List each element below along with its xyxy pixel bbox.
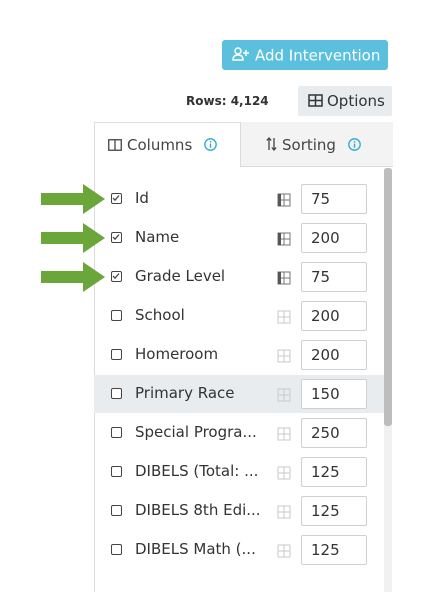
green-arrow-icon xyxy=(41,183,105,215)
resize-handle-icon[interactable] xyxy=(277,426,291,441)
column-label: Grade Level xyxy=(135,267,226,285)
checkbox[interactable] xyxy=(111,427,122,438)
tab-columns[interactable]: Columns xyxy=(108,136,217,155)
checkbox[interactable] xyxy=(111,505,122,516)
column-label: DIBELS (Total: ... xyxy=(135,462,259,480)
column-row[interactable]: DIBELS Math (... 125 xyxy=(94,531,384,569)
check-icon xyxy=(112,234,120,241)
column-label: DIBELS 8th Edi... xyxy=(135,501,261,519)
column-width-input[interactable]: 250 xyxy=(301,418,367,448)
column-row[interactable]: DIBELS 8th Edi... 125 xyxy=(94,492,384,530)
column-width-input[interactable]: 125 xyxy=(301,535,367,565)
column-label: School xyxy=(135,306,185,324)
check-icon xyxy=(112,195,120,202)
checkbox[interactable] xyxy=(111,466,122,477)
column-width-input[interactable]: 125 xyxy=(301,496,367,526)
column-row[interactable]: Name 200 xyxy=(94,219,384,257)
scrollbar-thumb[interactable] xyxy=(384,168,392,426)
resize-handle-icon[interactable] xyxy=(277,192,291,207)
column-row[interactable]: School 200 xyxy=(94,297,384,335)
checkbox[interactable] xyxy=(111,544,122,555)
options-label: Options xyxy=(327,92,385,110)
resize-handle-icon[interactable] xyxy=(277,387,291,402)
tab-columns-label: Columns xyxy=(127,136,193,154)
column-width-input[interactable]: 200 xyxy=(301,340,367,370)
checkbox-checked[interactable] xyxy=(111,232,122,243)
resize-handle-icon[interactable] xyxy=(277,348,291,363)
info-icon[interactable] xyxy=(347,137,361,155)
column-width-input[interactable]: 200 xyxy=(301,301,367,331)
column-width-input[interactable]: 75 xyxy=(301,262,367,292)
column-row[interactable]: Id 75 xyxy=(94,180,384,218)
tab-sorting[interactable]: Sorting xyxy=(266,136,361,155)
column-label: Homeroom xyxy=(135,345,219,363)
checkbox[interactable] xyxy=(111,349,122,360)
checkbox[interactable] xyxy=(111,310,122,321)
green-arrow-icon xyxy=(41,222,105,254)
resize-handle-icon[interactable] xyxy=(277,309,291,324)
column-width-input[interactable]: 75 xyxy=(301,184,367,214)
checkbox-checked[interactable] xyxy=(111,271,122,282)
column-row[interactable]: Homeroom 200 xyxy=(94,336,384,374)
resize-handle-icon[interactable] xyxy=(277,465,291,480)
sort-icon xyxy=(266,136,277,155)
add-intervention-button[interactable]: Add Intervention xyxy=(222,40,388,70)
resize-handle-icon[interactable] xyxy=(277,231,291,246)
row-count: Rows: 4,124 xyxy=(186,94,269,108)
column-row[interactable]: Primary Race 150 xyxy=(94,375,384,413)
column-row[interactable]: DIBELS (Total: ... 125 xyxy=(94,453,384,491)
checkbox-checked[interactable] xyxy=(111,193,122,204)
green-arrow-icon xyxy=(41,261,105,293)
add-user-icon xyxy=(232,41,250,71)
column-width-input[interactable]: 200 xyxy=(301,223,367,253)
table-icon xyxy=(308,87,323,117)
column-label: Id xyxy=(135,189,149,207)
add-intervention-label: Add Intervention xyxy=(255,46,381,65)
check-icon xyxy=(112,273,120,280)
column-label: Special Progra... xyxy=(135,423,257,441)
resize-handle-icon[interactable] xyxy=(277,504,291,519)
resize-handle-icon[interactable] xyxy=(277,543,291,558)
column-width-input[interactable]: 125 xyxy=(301,457,367,487)
column-width-input[interactable]: 150 xyxy=(301,379,367,409)
column-label: Name xyxy=(135,228,180,246)
column-row[interactable]: Grade Level 75 xyxy=(94,258,384,296)
checkbox[interactable] xyxy=(111,388,122,399)
column-label: Primary Race xyxy=(135,384,235,402)
tab-sorting-label: Sorting xyxy=(282,136,336,154)
options-button[interactable]: Options xyxy=(298,86,392,116)
column-label: DIBELS Math (... xyxy=(135,540,256,558)
resize-handle-icon[interactable] xyxy=(277,270,291,285)
column-row[interactable]: Special Progra... 250 xyxy=(94,414,384,452)
columns-icon xyxy=(108,137,122,155)
info-icon[interactable] xyxy=(204,137,217,155)
